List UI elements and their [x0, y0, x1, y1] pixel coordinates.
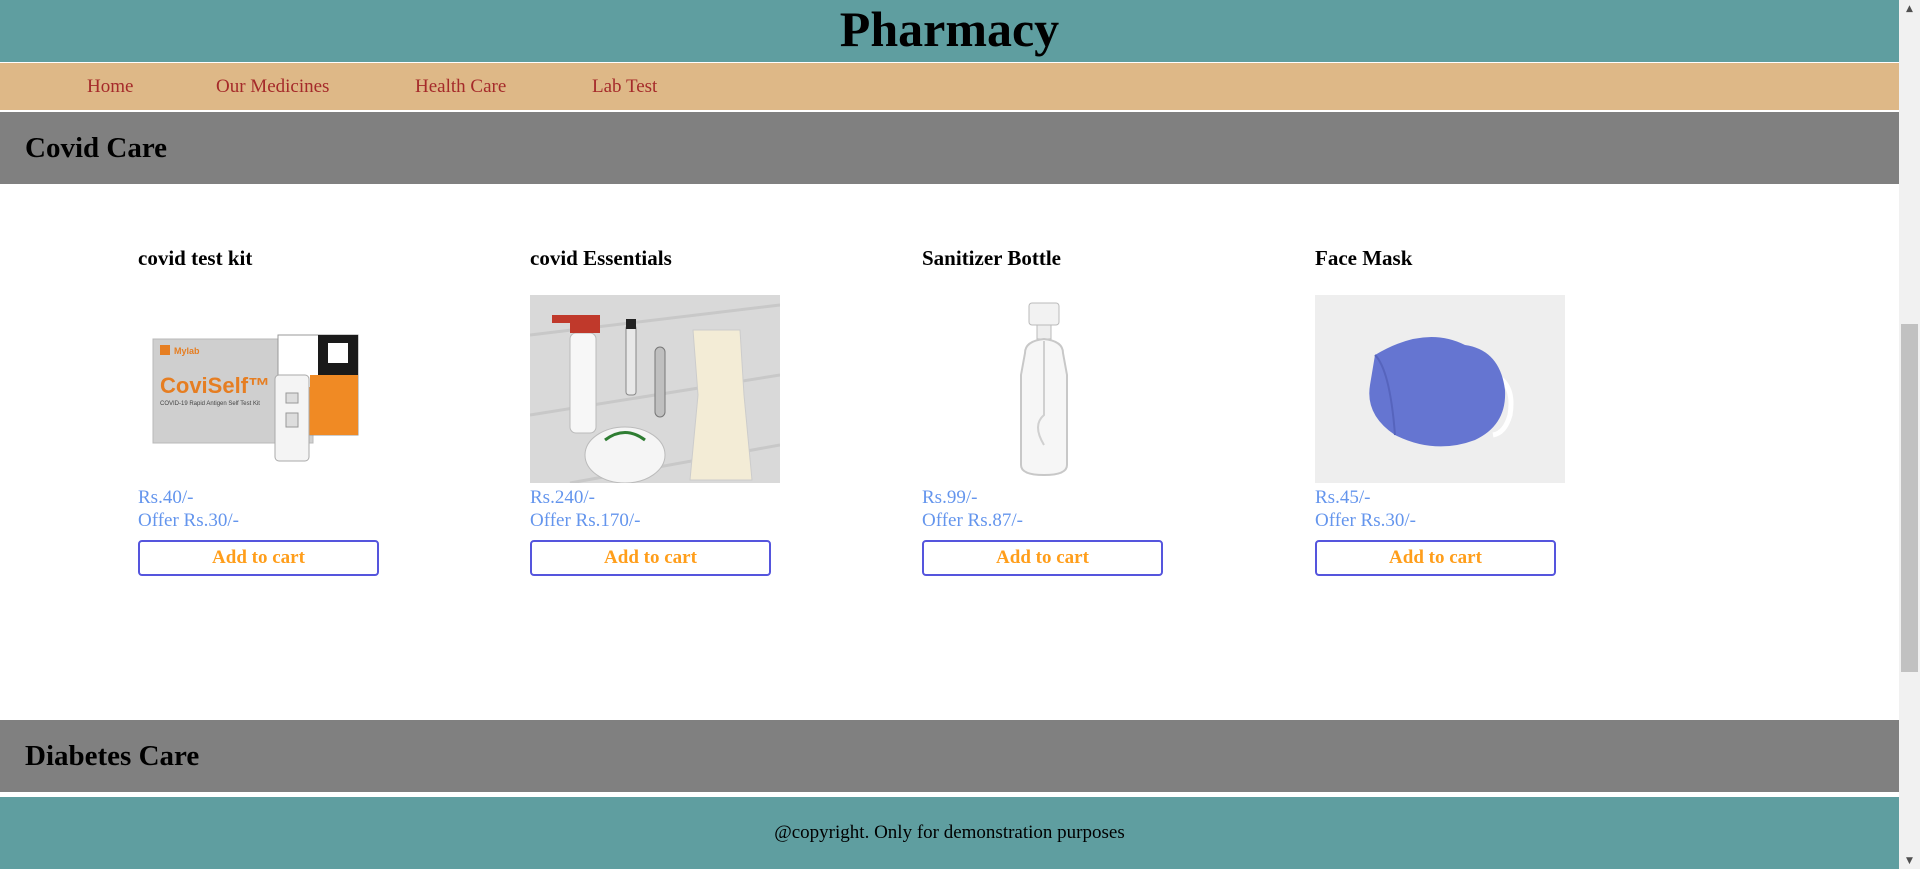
main-nav: Home Our Medicines Health Care Lab Test — [0, 63, 1899, 110]
product-card-covid-test-kit: covid test kit Mylab CoviSelf™ COVID-19 … — [138, 245, 388, 576]
product-name: covid Essentials — [530, 246, 672, 270]
product-price: Rs.240/- — [530, 487, 595, 508]
covid-care-header: Covid Care — [0, 112, 1899, 184]
nav-our-medicines[interactable]: Our Medicines — [216, 76, 329, 98]
product-card-face-mask: Face Mask Rs.45/- Offer Rs.30/- Add to c… — [1315, 245, 1565, 576]
product-image-covid-essentials — [529, 295, 781, 485]
vertical-scrollbar[interactable]: ▲ ▼ — [1899, 0, 1920, 869]
product-price: Rs.40/- — [138, 487, 194, 508]
svg-text:COVID-19 Rapid Antigen Self Te: COVID-19 Rapid Antigen Self Test Kit — [160, 401, 260, 407]
add-to-cart-button[interactable]: Add to cart — [138, 540, 379, 576]
product-offer-price: Offer Rs.30/- — [1315, 510, 1416, 531]
product-image-sanitizer-bottle — [922, 295, 1172, 483]
add-to-cart-button[interactable]: Add to cart — [922, 540, 1163, 576]
nav-lab-test[interactable]: Lab Test — [592, 76, 657, 98]
product-name: Face Mask — [1315, 246, 1413, 270]
product-offer-price: Offer Rs.30/- — [138, 510, 239, 531]
product-offer-price: Offer Rs.170/- — [530, 510, 641, 531]
covid-care-title: Covid Care — [25, 131, 168, 164]
add-to-cart-button[interactable]: Add to cart — [1315, 540, 1556, 576]
diabetes-care-title: Diabetes Care — [25, 739, 200, 772]
svg-text:Mylab: Mylab — [174, 346, 200, 356]
product-price: Rs.45/- — [1315, 487, 1371, 508]
page: Pharmacy Home Our Medicines Health Care … — [0, 0, 1899, 869]
product-name: Sanitizer Bottle — [922, 246, 1062, 270]
product-name: covid test kit — [138, 246, 253, 270]
product-card-covid-essentials: covid Essentials Rs.240/- Offer Rs.170/-… — [529, 245, 781, 576]
triangle-down-icon[interactable]: ▼ — [1899, 852, 1920, 869]
product-image-face-mask — [1315, 295, 1565, 483]
product-offer-price: Offer Rs.87/- — [922, 510, 1023, 531]
svg-text:CoviSelf™: CoviSelf™ — [160, 373, 270, 398]
footer-text: @copyright. Only for demonstration purpo… — [774, 822, 1125, 843]
site-header: Pharmacy — [0, 0, 1899, 62]
site-footer: @copyright. Only for demonstration purpo… — [0, 797, 1899, 869]
scrollbar-thumb[interactable] — [1901, 324, 1918, 672]
triangle-up-icon[interactable]: ▲ — [1899, 0, 1920, 17]
nav-health-care[interactable]: Health Care — [415, 76, 506, 98]
add-to-cart-button[interactable]: Add to cart — [530, 540, 771, 576]
product-card-sanitizer-bottle: Sanitizer Bottle Rs.99/- Offer Rs.87/- A… — [922, 245, 1172, 576]
diabetes-care-header: Diabetes Care — [0, 720, 1899, 792]
nav-home[interactable]: Home — [87, 76, 133, 98]
product-price: Rs.99/- — [922, 487, 978, 508]
site-title: Pharmacy — [839, 1, 1060, 57]
product-image-covid-test-kit: Mylab CoviSelf™ COVID-19 Rapid Antigen S… — [138, 295, 388, 483]
